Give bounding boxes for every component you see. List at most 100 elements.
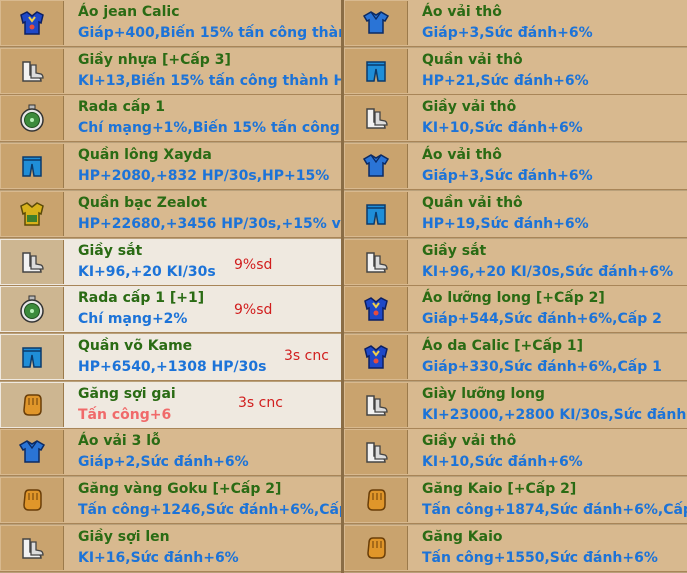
- item-name: Quần lông Xayda: [78, 147, 212, 164]
- glove-icon: [1, 382, 64, 427]
- item-row[interactable]: Giầy sắt KI+96,+20 KI/30s 9%sd: [0, 238, 341, 286]
- item-row[interactable]: Giày lưỡng long KI+23000,+2800 KI/30s,Sức…: [344, 381, 687, 429]
- item-stats: Tấn công+6: [78, 406, 172, 423]
- item-stats: KI+23000,+2800 KI/30s,Sức đánh+6%: [422, 406, 687, 423]
- item-row[interactable]: Áo lưỡng long [+Cấp 2] Giáp+544,Sức đánh+…: [344, 286, 687, 334]
- shirt-icon: [1, 430, 64, 475]
- item-name: Áo vải 3 lỗ: [78, 433, 161, 450]
- boots-icon: [1, 239, 64, 284]
- item-row[interactable]: Giầy vải thô KI+10,Sức đánh+6%: [344, 95, 687, 143]
- item-note: 9%sd: [234, 302, 273, 319]
- armor-icon: [345, 287, 408, 332]
- item-stats: KI+13,Biến 15% tấn công thành HP,: [78, 72, 341, 89]
- item-row[interactable]: Giầy vải thô KI+10,Sức đánh+6%: [344, 429, 687, 477]
- boots-icon: [345, 382, 408, 427]
- item-stats: KI+16,Sức đánh+6%: [78, 549, 239, 566]
- armor-gold-icon: [1, 191, 64, 236]
- item-row[interactable]: Áo vải 3 lỗ Giáp+2,Sức đánh+6%: [0, 429, 341, 477]
- item-stats: Tấn công+1874,Sức đánh+6%,Cấp 2: [422, 502, 687, 518]
- item-stats: KI+96,+20 KI/30s: [78, 263, 216, 280]
- item-row[interactable]: Áo jean Calic Giáp+400,Biến 15% tấn công …: [0, 0, 341, 47]
- armor-icon: [1, 1, 64, 45]
- shirt-icon: [345, 144, 408, 189]
- item-note: 9%sd: [234, 256, 273, 273]
- item-row[interactable]: Quần bạc Zealot HP+22680,+3456 HP/30s,+15…: [0, 190, 341, 238]
- glove-icon: [345, 525, 408, 570]
- item-stats: Giáp+400,Biến 15% tấn công thành: [78, 25, 341, 41]
- boots-icon: [1, 48, 64, 93]
- glove-icon: [1, 478, 64, 522]
- item-name: Giầy sắt: [78, 242, 143, 259]
- pants-icon: [345, 191, 408, 236]
- item-name: Áo lưỡng long [+Cấp 2]: [422, 290, 605, 307]
- item-row[interactable]: Áo vải thô Giáp+3,Sức đánh+6%: [344, 143, 687, 191]
- item-row[interactable]: Quần võ Kame HP+6540,+1308 HP/30s 3s cnc: [0, 333, 341, 381]
- item-note: 3s cnc: [284, 347, 329, 364]
- item-stats: HP+19,Sức đánh+6%: [422, 215, 589, 232]
- item-row[interactable]: Áo da Calic [+Cấp 1] Giáp+330,Sức đánh+6%…: [344, 333, 687, 381]
- item-name: Găng Kaio: [422, 528, 503, 545]
- item-stats: KI+96,+20 KI/30s,Sức đánh+6%: [422, 263, 674, 280]
- boots-icon: [345, 430, 408, 475]
- pants-icon: [1, 144, 64, 189]
- item-name: Quần vải thô: [422, 194, 523, 211]
- item-stats: Chí mạng+2%: [78, 311, 188, 328]
- item-row[interactable]: Găng vàng Goku [+Cấp 2] Tấn công+1246,Sức…: [0, 477, 341, 524]
- item-stats: HP+21,Sức đánh+6%: [422, 72, 589, 89]
- item-name: Găng Kaio [+Cấp 2]: [422, 481, 577, 497]
- item-row[interactable]: Giầy nhựa [+Cấp 3] KI+13,Biến 15% tấn côn…: [0, 47, 341, 95]
- item-stats: Tấn công+1246,Sức đánh+6%,Cấp 2: [78, 502, 341, 518]
- item-name: Rada cấp 1: [78, 99, 165, 116]
- item-stats: HP+2080,+832 HP/30s,HP+15%: [78, 168, 330, 185]
- item-stats: HP+22680,+3456 HP/30s,+15% vàng: [78, 215, 341, 232]
- item-row[interactable]: Găng Kaio [+Cấp 2] Tấn công+1874,Sức đánh…: [344, 477, 687, 524]
- item-row[interactable]: Giầy sắt KI+96,+20 KI/30s,Sức đánh+6%: [344, 238, 687, 286]
- item-row[interactable]: Găng Kaio Tấn công+1550,Sức đánh+6%: [344, 524, 687, 572]
- item-note: 3s cnc: [238, 394, 283, 411]
- item-name: Áo vải thô: [422, 147, 502, 164]
- item-row[interactable]: Găng sợi gai Tấn công+6 3s cnc: [0, 381, 341, 429]
- item-name: Quần võ Kame: [78, 337, 193, 354]
- item-stats: HP+6540,+1308 HP/30s: [78, 358, 267, 375]
- item-stats: Tấn công+1550,Sức đánh+6%: [422, 549, 658, 566]
- pants-icon: [1, 334, 64, 379]
- item-name: Quần vải thô: [422, 51, 523, 68]
- radar-icon: [1, 96, 64, 141]
- item-name: Áo vải thô: [422, 4, 502, 20]
- item-stats: Chí mạng+1%,Biến 15% tấn công th: [78, 120, 341, 137]
- item-stats: Giáp+544,Sức đánh+6%,Cấp 2: [422, 311, 662, 328]
- boots-icon: [345, 239, 408, 284]
- item-row[interactable]: Giầy sợi len KI+16,Sức đánh+6%: [0, 524, 341, 572]
- item-row[interactable]: Quần vải thô HP+21,Sức đánh+6%: [344, 47, 687, 95]
- item-name: Áo jean Calic: [78, 4, 180, 20]
- shirt-icon: [345, 1, 408, 45]
- item-name: Găng sợi gai: [78, 385, 176, 402]
- item-name: Giầy sắt: [422, 242, 487, 259]
- boots-icon: [1, 525, 64, 570]
- item-row[interactable]: Rada cấp 1 Chí mạng+1%,Biến 15% tấn công …: [0, 95, 341, 143]
- item-row[interactable]: Quần lông Xayda HP+2080,+832 HP/30s,HP+15…: [0, 143, 341, 191]
- item-name: Rada cấp 1 [+1]: [78, 290, 205, 307]
- item-stats: Giáp+330,Sức đánh+6%,Cấp 1: [422, 358, 662, 375]
- radar-icon: [1, 287, 64, 332]
- armor-icon: [345, 334, 408, 379]
- item-name: Áo da Calic [+Cấp 1]: [422, 337, 584, 354]
- glove-icon: [345, 478, 408, 522]
- item-stats: Giáp+3,Sức đánh+6%: [422, 168, 593, 185]
- item-stats: KI+10,Sức đánh+6%: [422, 454, 583, 471]
- item-name: Găng vàng Goku [+Cấp 2]: [78, 481, 282, 497]
- item-stats: KI+10,Sức đánh+6%: [422, 120, 583, 137]
- item-name: Giầy nhựa [+Cấp 3]: [78, 51, 231, 68]
- item-stats: Giáp+3,Sức đánh+6%: [422, 25, 593, 41]
- item-name: Giày lưỡng long: [422, 385, 545, 402]
- item-name: Giầy vải thô: [422, 99, 517, 116]
- item-row[interactable]: Áo vải thô Giáp+3,Sức đánh+6%: [344, 0, 687, 47]
- item-name: Quần bạc Zealot: [78, 194, 208, 211]
- boots-icon: [345, 96, 408, 141]
- item-row[interactable]: Quần vải thô HP+19,Sức đánh+6%: [344, 190, 687, 238]
- item-stats: Giáp+2,Sức đánh+6%: [78, 454, 249, 471]
- item-row[interactable]: Rada cấp 1 [+1] Chí mạng+2% 9%sd: [0, 286, 341, 334]
- item-name: Giầy vải thô: [422, 433, 517, 450]
- item-name: Giầy sợi len: [78, 528, 170, 545]
- pants-icon: [345, 48, 408, 93]
